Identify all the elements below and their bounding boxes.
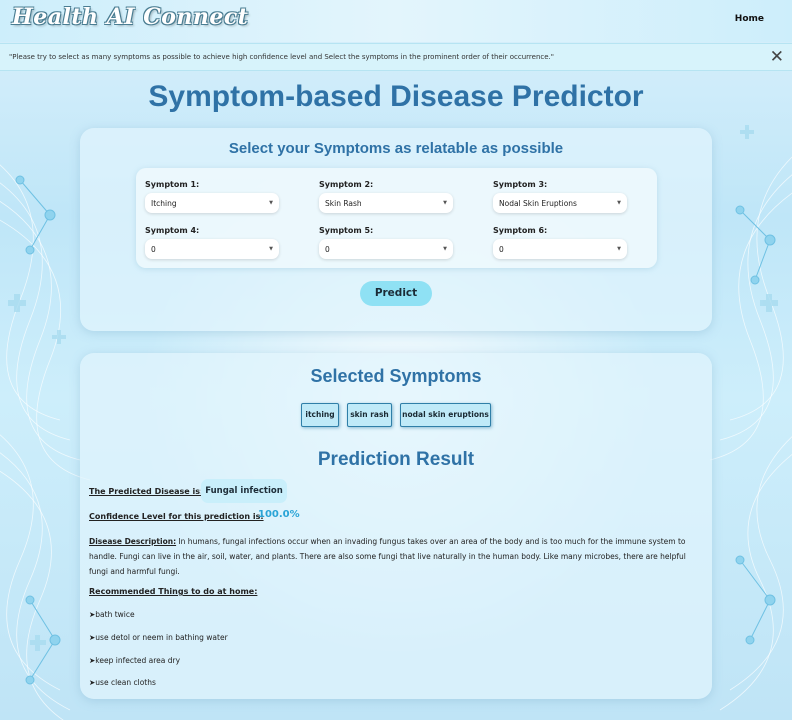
- chevron-down-icon: ▼: [443, 246, 447, 252]
- recommendation-item: ➤bath twice: [89, 610, 135, 619]
- brand-logo[interactable]: Health AI Connect: [12, 4, 248, 30]
- symptom-4-value: 0: [151, 245, 156, 254]
- symptom-2-value: Skin Rash: [325, 199, 362, 208]
- info-alert: "Please try to select as many symptoms a…: [0, 43, 792, 71]
- predicted-disease-label: The Predicted Disease is:: [89, 487, 204, 496]
- selected-symptoms-title: Selected Symptoms: [310, 366, 482, 386]
- predicted-disease-value: Fungal infection: [201, 479, 287, 503]
- recommendation-item: ➤keep infected area dry: [89, 656, 181, 665]
- symptom-chip: itching: [301, 403, 339, 427]
- recommendation-item: ➤use detol or neem in bathing water: [89, 633, 228, 642]
- symptom-1-label: Symptom 1:: [145, 180, 200, 189]
- symptom-6-label: Symptom 6:: [493, 226, 548, 235]
- nav-home-link[interactable]: Home: [735, 14, 764, 24]
- symptom-3-value: Nodal Skin Eruptions: [499, 199, 577, 208]
- symptom-panel: Symptom 1: Itching ▼ Symptom 2: Skin Ras…: [136, 168, 657, 268]
- result-card: Selected Symptoms itching skin rash noda…: [80, 353, 712, 699]
- page-title: Symptom-based Disease Predictor: [148, 80, 644, 113]
- description-label: Disease Description:: [89, 537, 177, 546]
- symptom-chip: nodal skin eruptions: [400, 403, 491, 427]
- alert-message: "Please try to select as many symptoms a…: [9, 53, 554, 61]
- symptom-6-select[interactable]: 0 ▼: [493, 239, 627, 259]
- description-text: In humans, fungal infections occur when …: [89, 537, 686, 576]
- symptom-chip: skin rash: [347, 403, 392, 427]
- close-icon[interactable]: ✕: [770, 47, 784, 67]
- chevron-down-icon: ▼: [617, 246, 621, 252]
- confidence-value: 100.0%: [258, 509, 300, 520]
- chevron-down-icon: ▼: [269, 246, 273, 252]
- symptom-2-select[interactable]: Skin Rash ▼: [319, 193, 453, 213]
- symptom-5-select[interactable]: 0 ▼: [319, 239, 453, 259]
- chevron-down-icon: ▼: [617, 200, 621, 206]
- symptom-4-label: Symptom 4:: [145, 226, 200, 235]
- symptom-2-label: Symptom 2:: [319, 180, 374, 189]
- symptom-5-label: Symptom 5:: [319, 226, 374, 235]
- recommendations-label: Recommended Things to do at home:: [89, 587, 258, 596]
- symptom-3-select[interactable]: Nodal Skin Eruptions ▼: [493, 193, 627, 213]
- confidence-label: Confidence Level for this prediction is:: [89, 512, 264, 521]
- symptom-5-value: 0: [325, 245, 330, 254]
- chevron-down-icon: ▼: [269, 200, 273, 206]
- disease-description: Disease Description: In humans, fungal i…: [89, 534, 699, 579]
- symptom-6-value: 0: [499, 245, 504, 254]
- symptom-1-value: Itching: [151, 199, 177, 208]
- chevron-down-icon: ▼: [443, 200, 447, 206]
- symptom-3-label: Symptom 3:: [493, 180, 548, 189]
- symptom-selection-card: Select your Symptoms as relatable as pos…: [80, 128, 712, 331]
- recommendation-item: ➤use clean cloths: [89, 678, 156, 687]
- symptom-4-select[interactable]: 0 ▼: [145, 239, 279, 259]
- symptom-form-title: Select your Symptoms as relatable as pos…: [228, 140, 564, 157]
- prediction-result-title: Prediction Result: [317, 449, 475, 470]
- symptom-1-select[interactable]: Itching ▼: [145, 193, 279, 213]
- predict-button[interactable]: Predict: [360, 281, 432, 306]
- navbar: Health AI Connect Home: [0, 0, 792, 42]
